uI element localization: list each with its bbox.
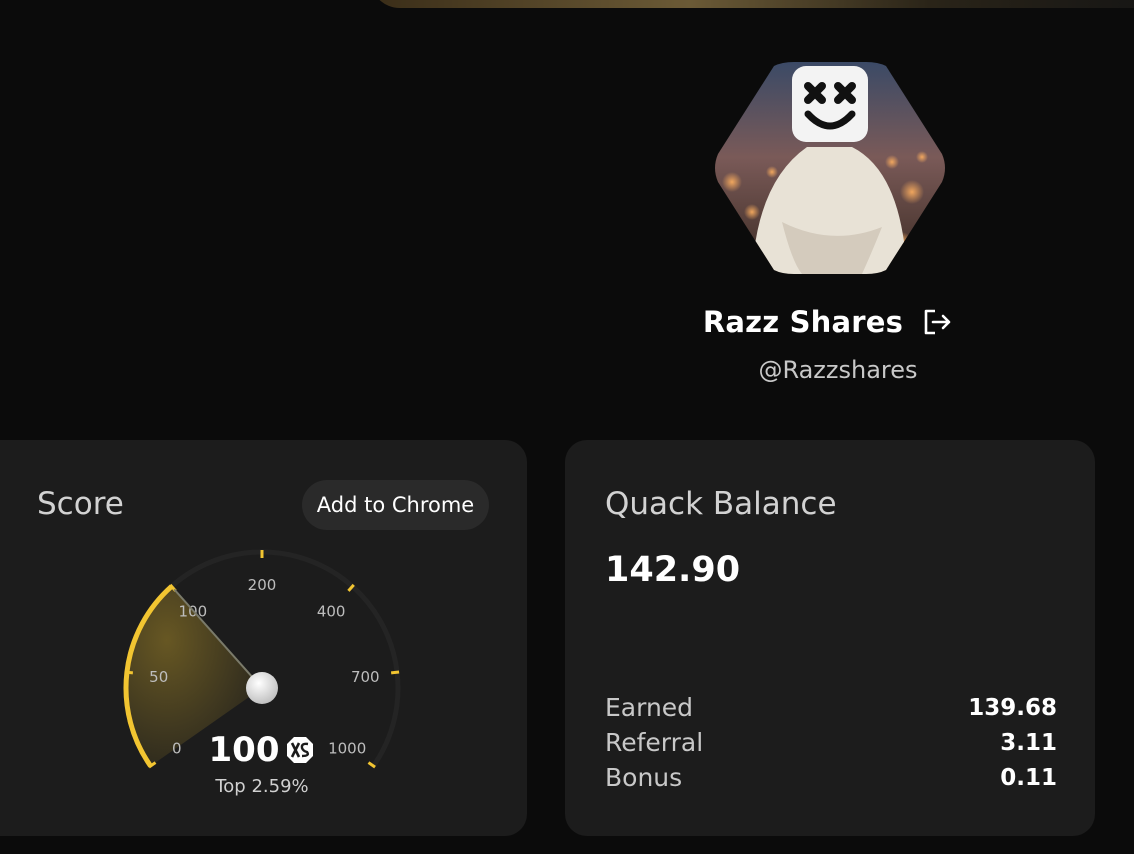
user-handle: @Razzshares xyxy=(758,356,918,384)
stat-label: Bonus xyxy=(605,763,683,792)
balance-value: 142.90 xyxy=(605,550,741,590)
stat-value: 3.11 xyxy=(1000,729,1057,756)
add-to-chrome-button[interactable]: Add to Chrome xyxy=(302,480,489,530)
gauge-tick-label: 200 xyxy=(248,576,277,594)
xs-logo-icon xyxy=(285,735,315,765)
stat-row-earned: Earned 139.68 xyxy=(605,693,1057,722)
gauge-tick-label: 400 xyxy=(317,602,346,620)
score-value-row: 100 xyxy=(162,730,362,770)
gauge-knob xyxy=(246,672,278,704)
score-value: 100 xyxy=(208,730,280,770)
score-rank: Top 2.59% xyxy=(215,776,309,797)
balance-title: Quack Balance xyxy=(605,486,837,522)
avatar[interactable] xyxy=(712,62,948,274)
top-banner xyxy=(370,0,1134,8)
stat-label: Earned xyxy=(605,693,694,722)
profile-name-row: Razz Shares xyxy=(560,305,1096,339)
profile-page: Razz Shares @Razzshares Score Add to Chr… xyxy=(0,0,1134,854)
stat-label: Referral xyxy=(605,728,704,757)
gauge-tick-label: 50 xyxy=(149,668,168,686)
gauge-tick xyxy=(390,670,400,675)
gauge-tick xyxy=(124,670,134,675)
stat-row-bonus: Bonus 0.11 xyxy=(605,763,1057,792)
logout-icon[interactable] xyxy=(921,306,953,338)
stat-row-referral: Referral 3.11 xyxy=(605,728,1057,757)
user-name: Razz Shares xyxy=(702,305,904,339)
score-title: Score xyxy=(37,486,124,522)
gauge-tick-label: 700 xyxy=(351,668,380,686)
stat-value: 139.68 xyxy=(968,694,1057,721)
stat-value: 0.11 xyxy=(1000,764,1057,791)
